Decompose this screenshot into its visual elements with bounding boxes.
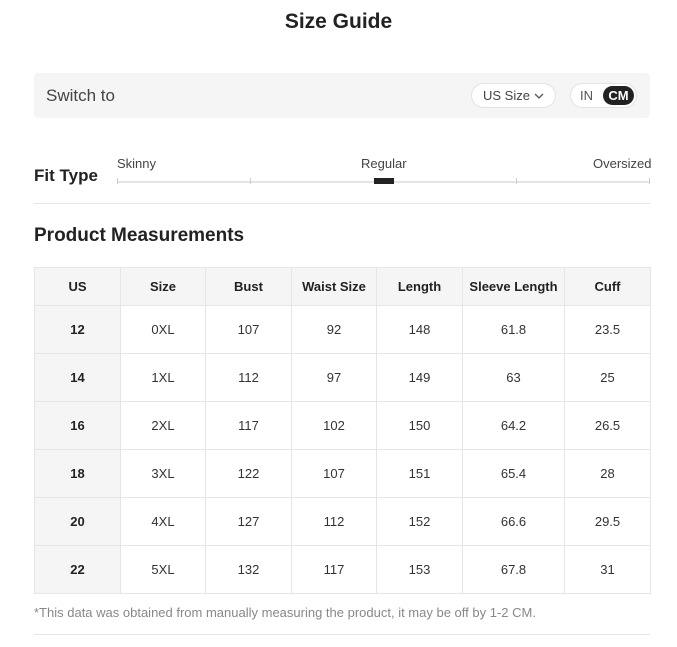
length-cell: 148 xyxy=(376,305,463,354)
length-cell: 152 xyxy=(376,497,463,546)
table-row: 14 1XL 112 97 149 63 25 xyxy=(34,353,651,402)
size-cell: 4XL xyxy=(120,497,206,546)
size-cell: 1XL xyxy=(120,353,206,402)
column-header-length: Length xyxy=(376,267,463,306)
bust-cell: 112 xyxy=(205,353,292,402)
column-header-waist-size: Waist Size xyxy=(291,267,377,306)
column-header-bust: Bust xyxy=(205,267,292,306)
cuff-cell: 26.5 xyxy=(564,401,651,450)
length-cell: 153 xyxy=(376,545,463,594)
measurement-disclaimer: *This data was obtained from manually me… xyxy=(34,605,536,620)
table-row: 16 2XL 117 102 150 64.2 26.5 xyxy=(34,401,651,450)
size-system-select[interactable]: US Size xyxy=(471,83,556,108)
fit-type-indicator xyxy=(374,178,394,184)
chevron-down-icon xyxy=(534,93,544,99)
bust-cell: 117 xyxy=(205,401,292,450)
us-size-cell: 14 xyxy=(34,353,121,402)
measurements-table: US Size Bust Waist Size Length Sleeve Le… xyxy=(34,267,651,594)
sleeve-length-cell: 66.6 xyxy=(462,497,565,546)
fit-scale-tick xyxy=(250,178,251,184)
waist-size-cell: 117 xyxy=(291,545,377,594)
fit-option-regular[interactable]: Regular xyxy=(361,156,407,171)
column-header-us: US xyxy=(34,267,121,306)
table-header-row: US Size Bust Waist Size Length Sleeve Le… xyxy=(34,267,651,306)
cuff-cell: 25 xyxy=(564,353,651,402)
bust-cell: 122 xyxy=(205,449,292,498)
length-cell: 151 xyxy=(376,449,463,498)
size-cell: 2XL xyxy=(120,401,206,450)
sleeve-length-cell: 64.2 xyxy=(462,401,565,450)
cuff-cell: 31 xyxy=(564,545,651,594)
unit-option-cm[interactable]: CM xyxy=(603,86,634,105)
cuff-cell: 29.5 xyxy=(564,497,651,546)
waist-size-cell: 107 xyxy=(291,449,377,498)
size-cell: 0XL xyxy=(120,305,206,354)
section-divider xyxy=(34,203,650,204)
table-row: 20 4XL 127 112 152 66.6 29.5 xyxy=(34,497,651,546)
fit-scale-tick xyxy=(117,178,118,184)
us-size-cell: 12 xyxy=(34,305,121,354)
waist-size-cell: 102 xyxy=(291,401,377,450)
switch-label: Switch to xyxy=(46,86,115,105)
bust-cell: 127 xyxy=(205,497,292,546)
page-title: Size Guide xyxy=(284,10,393,33)
unit-option-in[interactable]: IN xyxy=(580,88,593,103)
fit-scale-tick xyxy=(649,178,650,184)
bottom-divider xyxy=(34,634,650,635)
bust-cell: 107 xyxy=(205,305,292,354)
fit-option-skinny[interactable]: Skinny xyxy=(117,156,156,171)
sleeve-length-cell: 65.4 xyxy=(462,449,565,498)
bust-cell: 132 xyxy=(205,545,292,594)
waist-size-cell: 97 xyxy=(291,353,377,402)
size-system-value: US Size xyxy=(483,88,530,103)
table-row: 18 3XL 122 107 151 65.4 28 xyxy=(34,449,651,498)
fit-option-oversized[interactable]: Oversized xyxy=(593,156,652,171)
size-cell: 3XL xyxy=(120,449,206,498)
size-cell: 5XL xyxy=(120,545,206,594)
waist-size-cell: 92 xyxy=(291,305,377,354)
sleeve-length-cell: 67.8 xyxy=(462,545,565,594)
sleeve-length-cell: 63 xyxy=(462,353,565,402)
column-header-size: Size xyxy=(120,267,206,306)
us-size-cell: 22 xyxy=(34,545,121,594)
length-cell: 149 xyxy=(376,353,463,402)
sleeve-length-cell: 61.8 xyxy=(462,305,565,354)
us-size-cell: 16 xyxy=(34,401,121,450)
table-row: 22 5XL 132 117 153 67.8 31 xyxy=(34,545,651,594)
waist-size-cell: 112 xyxy=(291,497,377,546)
fit-type-label: Fit Type xyxy=(34,166,98,185)
measurements-title: Product Measurements xyxy=(34,225,245,246)
unit-switch-bar: Switch to US Size IN CM xyxy=(34,73,650,118)
column-header-cuff: Cuff xyxy=(564,267,651,306)
unit-toggle[interactable]: IN CM xyxy=(570,83,637,108)
table-row: 12 0XL 107 92 148 61.8 23.5 xyxy=(34,305,651,354)
us-size-cell: 20 xyxy=(34,497,121,546)
cuff-cell: 23.5 xyxy=(564,305,651,354)
us-size-cell: 18 xyxy=(34,449,121,498)
fit-scale-tick xyxy=(516,178,517,184)
cuff-cell: 28 xyxy=(564,449,651,498)
length-cell: 150 xyxy=(376,401,463,450)
column-header-sleeve-length: Sleeve Length xyxy=(462,267,565,306)
